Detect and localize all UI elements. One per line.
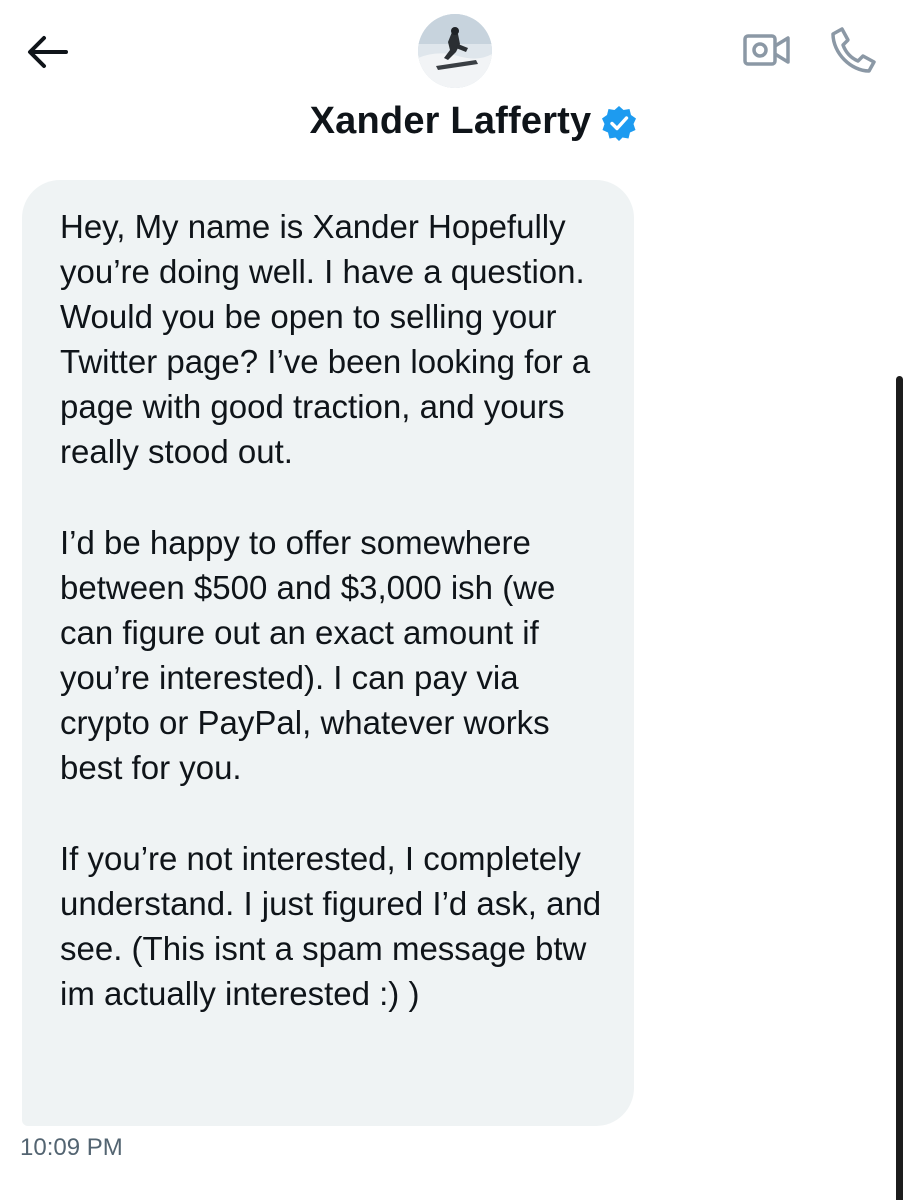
message-timestamp: 10:09 PM bbox=[20, 1134, 123, 1161]
back-button[interactable] bbox=[22, 28, 72, 78]
phone-icon bbox=[831, 27, 876, 73]
avatar[interactable] bbox=[418, 14, 492, 88]
voice-call-button[interactable] bbox=[827, 24, 879, 76]
message-bubble[interactable]: Hey, My name is Xander Hopefully you’re … bbox=[22, 180, 634, 1126]
avatar-photo bbox=[418, 14, 492, 88]
dm-conversation-screen: Xander Lafferty Hey, My name is Xander H… bbox=[0, 0, 909, 1200]
header-actions bbox=[741, 24, 879, 76]
message-paragraph: I’d be happy to offer somewhere between … bbox=[60, 524, 556, 786]
scrollbar[interactable] bbox=[896, 376, 903, 1200]
arrow-left-icon bbox=[28, 36, 68, 68]
message-paragraph: Hey, My name is Xander Hopefully you’re … bbox=[60, 208, 591, 470]
contact-name[interactable]: Xander Lafferty bbox=[310, 100, 592, 143]
video-call-button[interactable] bbox=[741, 24, 793, 76]
verified-badge-icon bbox=[602, 105, 637, 141]
video-camera-icon bbox=[743, 34, 790, 66]
message-paragraph: If you’re not interested, I completely u… bbox=[60, 840, 602, 1012]
conversation-header: Xander Lafferty bbox=[0, 100, 909, 143]
